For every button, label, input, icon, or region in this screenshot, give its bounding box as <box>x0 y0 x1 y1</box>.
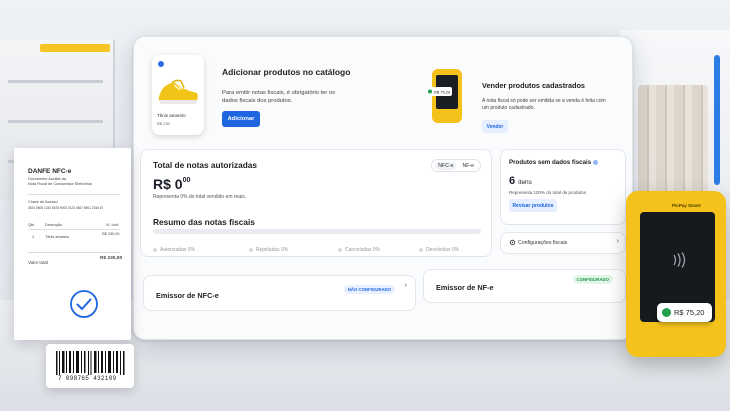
add-products-button[interactable]: Adicionar <box>222 111 260 127</box>
nfe-emitter-row[interactable]: Emissor de NF-e CONFIGURADO <box>423 269 626 303</box>
total-value: R$ 230,00 <box>100 256 123 261</box>
check-icon <box>662 308 671 317</box>
product-name: Tênis amarelo <box>157 113 186 118</box>
receipt-title: DANFE NFC-e <box>28 168 72 175</box>
toggle-nfe[interactable]: NF-e <box>459 162 477 170</box>
toggle-nfce[interactable]: NFC-e <box>435 161 457 170</box>
notes-title: Total de notas autorizadas <box>153 160 258 170</box>
chevron-right-icon: › <box>404 282 407 289</box>
missing-count: 6 itens <box>509 175 532 187</box>
notes-description: Representa 0% do total vendido em reais. <box>153 194 247 200</box>
col-description: Descrição <box>45 223 62 227</box>
col-unit-price: Vl. Unit. <box>106 223 120 227</box>
legend-rejected: Rejeitadas 0% <box>249 247 288 253</box>
nfe-emitter-label: Emissor de NF-e <box>436 283 494 292</box>
payment-terminal: PicPay Smart R$ 75,20 <box>626 191 726 357</box>
sell-title: Vender produtos cadastrados <box>482 81 585 90</box>
access-key-label: Chave de Acesso <box>28 200 58 204</box>
sneaker-icon <box>158 79 198 104</box>
status-dot <box>158 61 164 67</box>
nfce-emitter-row[interactable]: Emissor de NFC-e NÃO CONFIGURADO › <box>143 275 416 311</box>
authorized-notes-card: Total de notas autorizadas NFC-e NF-e R$… <box>140 149 492 257</box>
background-clothes-rack <box>638 85 708 195</box>
missing-title: Produtos sem dados fiscais <box>509 159 599 166</box>
catalog-description: Para emitir notas fiscais, é obrigatório… <box>222 90 336 104</box>
status-badge-configured: CONFIGURADO <box>572 275 613 284</box>
sell-button[interactable]: Vender <box>482 120 508 133</box>
check-circle-icon <box>70 290 98 318</box>
payment-terminal-icon: R$ 75,20 <box>426 69 462 123</box>
terminal-brand: PicPay Smart <box>672 203 701 208</box>
approved-amount-badge: R$ 75,20 <box>657 303 712 322</box>
background-light <box>714 55 720 185</box>
col-qtd: Qtd <box>28 223 35 227</box>
receipt-subtitle: Documento Auxiliar da <box>28 177 66 181</box>
chevron-right-icon: › <box>616 238 619 245</box>
summary-progress-bar <box>153 229 481 234</box>
product-preview-card: Tênis amarelo R$ 230 <box>152 55 204 135</box>
product-price: R$ 230 <box>157 121 170 126</box>
status-badge-not-configured: NÃO CONFIGURADO <box>343 285 395 294</box>
row-description: Tênis amarelo <box>45 235 70 239</box>
missing-fiscal-data-card: Produtos sem dados fiscais 6 itens Repre… <box>500 149 626 225</box>
receipt-subtitle: Nota Fiscal de Consumidor Eletrônica <box>28 182 92 186</box>
contactless-icon <box>673 252 686 268</box>
terminal-screen: R$ 75,20 <box>640 212 715 322</box>
svg-text:R$ 75,20: R$ 75,20 <box>434 90 451 95</box>
summary-title: Resumo das notas fiscais <box>153 217 255 227</box>
barcode-number: 7 898765 432109 <box>58 375 117 382</box>
row-value: R$ 230,00 <box>102 232 120 236</box>
nfce-emitter-label: Emissor de NFC-e <box>156 291 219 300</box>
document-type-toggle[interactable]: NFC-e NF-e <box>431 159 481 172</box>
approved-amount: R$ 75,20 <box>674 308 705 317</box>
catalog-title: Adicionar produtos no catálogo <box>222 67 351 77</box>
danfe-receipt: DANFE NFC-e Documento Auxiliar da Nota F… <box>14 148 131 340</box>
barcode-label: 7 898765 432109 <box>46 344 134 388</box>
catalog-card: Tênis amarelo R$ 230 Adicionar produtos … <box>144 47 402 145</box>
legend-authorized: Autorizadas 0% <box>153 247 195 253</box>
fiscal-settings-label: Configurações fiscais <box>518 240 568 246</box>
fiscal-settings-link[interactable]: Configurações fiscais › <box>500 232 626 254</box>
total-label: Valor total <box>28 260 48 265</box>
sell-description: A nota fiscal só pode ser emitida se a v… <box>482 98 606 111</box>
barcode-icon <box>56 351 125 375</box>
background-sign <box>40 44 110 52</box>
notes-total-value: R$ 000 <box>153 176 191 192</box>
fiscal-dashboard-panel: Tênis amarelo R$ 230 Adicionar produtos … <box>133 36 633 340</box>
info-icon[interactable] <box>593 159 599 165</box>
missing-description: Representa 100% do total de produtos <box>509 190 587 195</box>
sell-card: R$ 75,20 Vender produtos cadastrados A n… <box>414 47 624 145</box>
gear-icon <box>509 239 516 246</box>
row-qtd: 1 <box>32 235 35 239</box>
access-key-value: 3524 0605 1234 5678 9000 0123 4567 8901 … <box>28 206 104 210</box>
legend-returned: Devolvidas 0% <box>419 247 459 253</box>
legend-cancelled: Canceladas 0% <box>338 247 380 253</box>
review-products-button[interactable]: Revisar produtos <box>509 199 557 212</box>
